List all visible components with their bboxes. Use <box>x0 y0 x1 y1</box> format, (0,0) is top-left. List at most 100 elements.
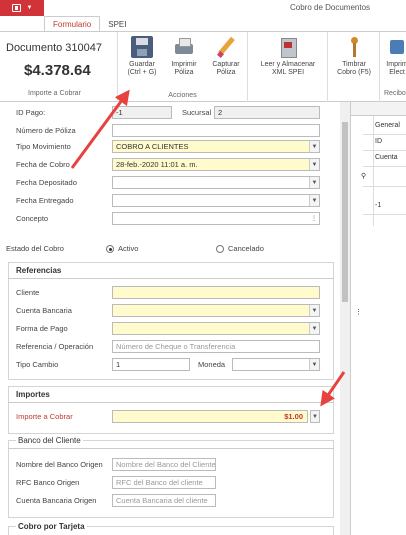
receipt-panel: General ID Cuenta ⚲ -1 ⋮ <box>350 102 406 535</box>
chevron-down-icon[interactable]: ▼ <box>309 159 319 170</box>
numero-poliza-field[interactable] <box>112 124 320 137</box>
save-button[interactable]: Guardar (Ctrl + G) <box>120 36 164 77</box>
row-numero-poliza: Número de Póliza <box>0 124 340 138</box>
actions-group: Guardar (Ctrl + G) Imprimir Póliza Captu… <box>118 32 248 102</box>
receipt-panel-header <box>351 102 406 116</box>
forma-pago-select[interactable]: ▼ <box>112 322 320 335</box>
row-fecha-depositado: Fecha Depositado ▼ <box>0 176 340 190</box>
fecha-entregado-picker[interactable]: ▼ <box>112 194 320 207</box>
print-button-label-2: Póliza <box>174 69 194 76</box>
fecha-cobro-picker[interactable]: 28-feb.-2020 11:01 a. m. ▼ <box>112 158 320 171</box>
row-estado-cobro: Estado del Cobro Activo Cancelado <box>0 242 340 256</box>
chevron-down-icon[interactable]: ▼ <box>309 141 319 152</box>
cuenta-bancaria-label: Cuenta Bancaria <box>16 306 72 315</box>
chevron-down-icon[interactable]: ▼ <box>309 177 319 188</box>
xml-button-label-2: XML SPEI <box>271 69 305 76</box>
more-icon[interactable]: ⋮ <box>309 213 319 224</box>
importe-cobrar-field[interactable]: $1.00 <box>112 410 308 423</box>
referencia-operacion-placeholder: Número de Cheque o Transferencia <box>116 342 236 351</box>
filter-icon[interactable]: ⚲ <box>361 172 366 180</box>
scrollbar-thumb[interactable] <box>342 122 348 302</box>
referencia-operacion-field[interactable]: Número de Cheque o Transferencia <box>112 340 320 353</box>
estado-cobro-label: Estado del Cobro <box>6 244 64 253</box>
cliente-label: Cliente <box>16 288 40 297</box>
fecha-entregado-label: Fecha Entregado <box>16 196 74 205</box>
sucursal-field: 2 <box>214 106 320 119</box>
capture-policy-button[interactable]: Capturar Póliza <box>204 36 248 77</box>
concepto-label: Concepto <box>16 214 49 223</box>
receipt-gridline <box>363 134 406 135</box>
app-menu-icon <box>11 4 21 12</box>
importe-cobrar-label: Importe a Cobrar <box>16 412 73 421</box>
radio-activo[interactable] <box>106 245 114 253</box>
chevron-down-icon[interactable]: ▼ <box>309 195 319 206</box>
receipt-gridline <box>363 166 406 167</box>
xml-file-icon <box>277 36 299 58</box>
tab-spei[interactable]: SPEI <box>100 16 134 32</box>
row-cliente: Cliente <box>0 286 340 300</box>
cliente-field[interactable] <box>112 286 320 299</box>
cuenta-bancaria-select[interactable]: ▼ <box>112 304 320 317</box>
chevron-down-icon[interactable]: ▼ <box>309 305 319 316</box>
receipt-gridline <box>363 186 406 187</box>
print-policy-button[interactable]: Imprimir Póliza <box>162 36 206 77</box>
receipt-gridline <box>363 214 406 215</box>
row-tipo-movimiento: Tipo Movimiento COBRO A CLIENTES ▼ <box>0 140 340 154</box>
receipt-cell-value: -1 <box>375 202 382 209</box>
radio-cancelado[interactable] <box>216 245 224 253</box>
row-concepto: Concepto ⋮ <box>0 212 340 226</box>
importes-divider <box>8 402 334 403</box>
document-caption: Importe a Cobrar <box>28 90 81 97</box>
actions-caption: Acciones <box>168 92 197 99</box>
form-area: ID Pago: -1 Sucursal 2 Número de Póliza … <box>0 102 340 535</box>
tipo-cambio-field[interactable]: 1 <box>112 358 190 371</box>
document-title: Documento 310047 <box>6 42 103 54</box>
splitter-handle-icon[interactable]: ⋮ <box>355 308 362 316</box>
capture-button-label-2: Póliza <box>216 69 236 76</box>
read-xml-button[interactable]: Leer y Almacenar XML SPEI <box>252 36 324 77</box>
concepto-field[interactable]: ⋮ <box>112 212 320 225</box>
receipt-grid-vline <box>373 116 374 226</box>
stamp-button[interactable]: Timbrar Cobro (F5) <box>332 36 376 77</box>
fecha-depositado-label: Fecha Depositado <box>16 178 77 187</box>
receipt-caption: Recibo <box>384 90 406 97</box>
tipo-movimiento-select[interactable]: COBRO A CLIENTES ▼ <box>112 140 320 153</box>
print-button-label: Imprimir <box>171 61 197 68</box>
xml-button-label: Leer y Almacenar <box>260 61 316 68</box>
chevron-down-icon[interactable]: ▼ <box>309 323 319 334</box>
stamp-button-label-2: Cobro (F5) <box>337 69 371 76</box>
elec-button-label: Imprim <box>386 61 406 68</box>
moneda-select[interactable]: ▼ <box>232 358 320 371</box>
elec-button-label-2: Elect <box>389 69 405 76</box>
banco-cliente-title: Banco del Cliente <box>16 436 83 445</box>
chevron-down-icon[interactable]: ▼ <box>310 410 320 423</box>
app-menu-button[interactable]: ▼ <box>0 0 44 16</box>
save-button-shortcut: (Ctrl + G) <box>127 69 157 76</box>
row-id-pago: ID Pago: -1 Sucursal 2 <box>0 106 340 120</box>
row-fecha-entregado: Fecha Entregado ▼ <box>0 194 340 208</box>
electronic-print-button[interactable]: Imprim Elect <box>382 36 406 77</box>
referencias-divider <box>8 278 334 279</box>
radio-activo-label: Activo <box>118 244 139 253</box>
rfc-banco-placeholder: RFC del Banco del cliente <box>116 478 203 487</box>
xml-group: Leer y Almacenar XML SPEI <box>248 32 328 102</box>
fecha-cobro-label: Fecha de Cobro <box>16 160 70 169</box>
chevron-down-icon[interactable]: ▼ <box>309 359 319 370</box>
chevron-down-icon: ▼ <box>26 5 33 11</box>
id-pago-field: -1 <box>112 106 172 119</box>
cuenta-origen-field[interactable]: Cuenta Bancaria del cliente <box>112 494 216 507</box>
referencia-operacion-label: Referencia / Operación <box>16 342 94 351</box>
rfc-banco-field[interactable]: RFC del Banco del cliente <box>112 476 216 489</box>
numero-poliza-label: Número de Póliza <box>16 126 76 135</box>
row-fecha-cobro: Fecha de Cobro 28-feb.-2020 11:01 a. m. … <box>0 158 340 172</box>
ribbon: Documento 310047 $4.378.64 Importe a Cob… <box>0 32 406 102</box>
tab-formulario[interactable]: Formulario <box>44 16 101 32</box>
fecha-depositado-picker[interactable]: ▼ <box>112 176 320 189</box>
nombre-banco-field[interactable]: Nombre del Banco del Cliente <box>112 458 216 471</box>
receipt-cell-id: ID <box>375 138 382 145</box>
electronic-print-icon <box>386 36 406 58</box>
stamp-button-label: Timbrar <box>342 61 366 68</box>
tipo-movimiento-label: Tipo Movimiento <box>16 142 71 151</box>
stamp-icon <box>343 36 365 58</box>
form-scrollbar[interactable] <box>340 102 350 535</box>
